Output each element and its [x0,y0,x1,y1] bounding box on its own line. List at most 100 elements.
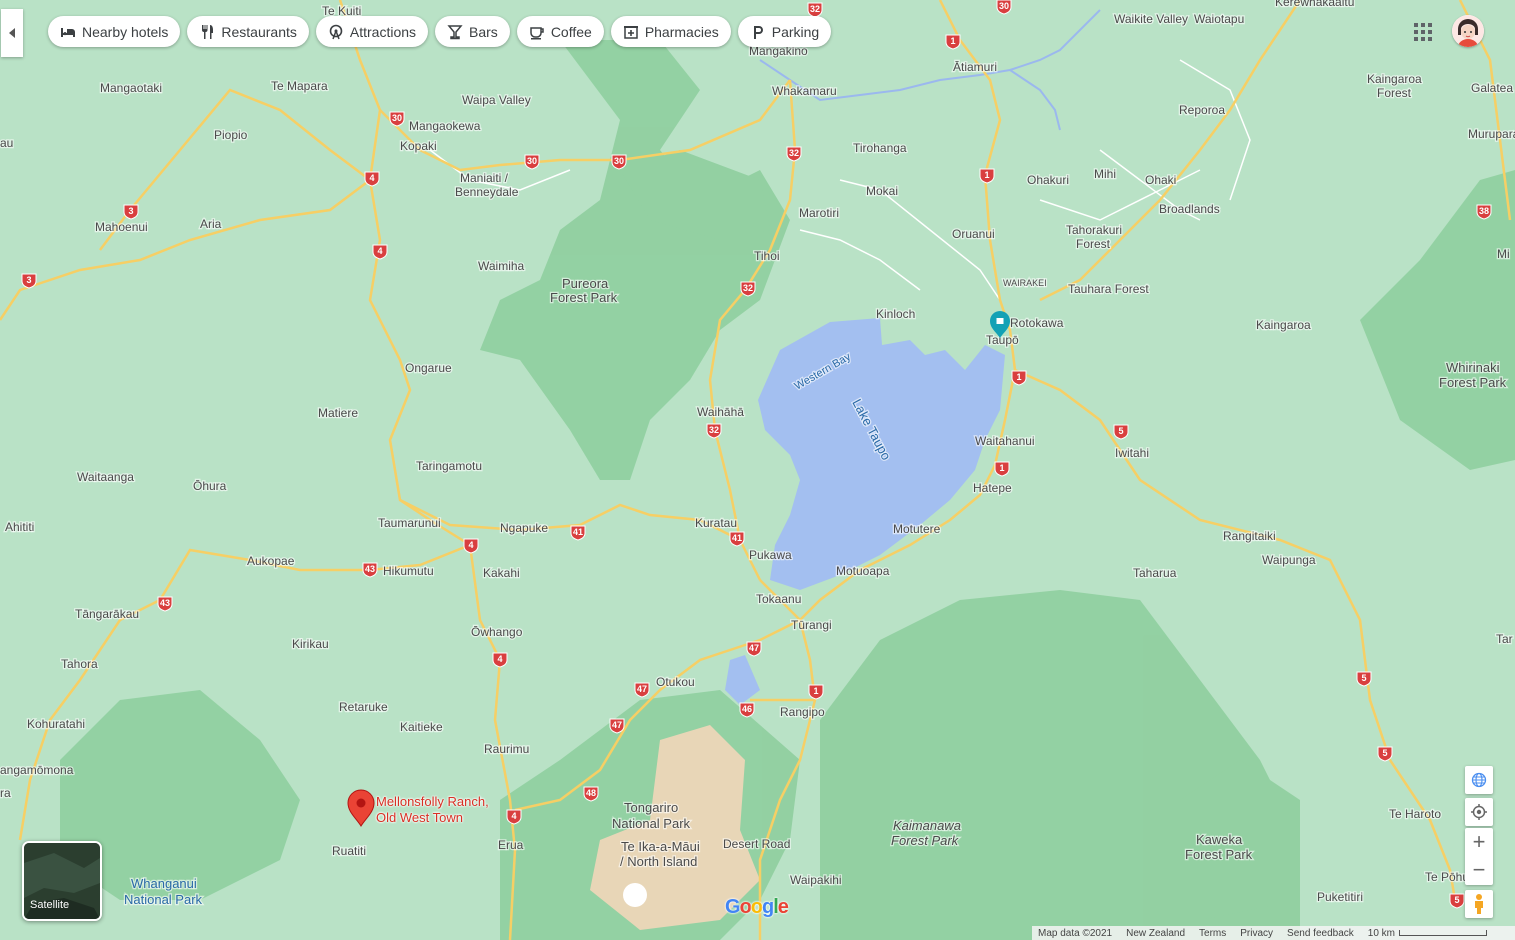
globe-view-button[interactable] [1465,766,1493,794]
zoom-in-button[interactable]: + [1465,828,1493,856]
route-number: 43 [160,598,170,608]
ferris-wheel-icon [329,24,343,39]
scale-bar[interactable]: 10 km [1368,928,1487,939]
place-label: Forest Park [1185,847,1253,862]
place-label: Ōhura [193,479,227,493]
place-label: Tokaanu [756,592,801,606]
place-label: National Park [124,892,203,907]
route-number: 1 [999,463,1004,473]
chip-attractions[interactable]: Attractions [315,16,429,47]
place-label: Ātiamuri [953,60,997,74]
place-label: Forest [1076,237,1111,251]
chip-nearby-hotels[interactable]: Nearby hotels [48,16,181,47]
satellite-toggle[interactable]: Satellite [22,841,102,921]
route-number: 47 [612,720,622,730]
place-label: Forest Park [1439,375,1507,390]
pegman-button[interactable] [1465,890,1493,918]
scale-label: 10 km [1367,927,1395,939]
apps-grid-icon[interactable] [1412,21,1434,43]
route-shield: 48 [583,786,599,802]
place-label: Hatepe [973,481,1012,495]
route-shield: 41 [729,531,745,547]
place-label: Mangaokewa [409,119,481,133]
place-label: Broadlands [1159,202,1220,216]
place-label: Murupara [1468,127,1515,141]
place-label: Ahititi [5,520,34,534]
route-number: 4 [369,173,374,183]
avatar-image [1452,15,1484,47]
route-shield: 32 [706,423,722,439]
crosshair-icon [1471,804,1487,820]
minus-icon: − [1472,857,1486,882]
chip-parking[interactable]: Parking [737,16,832,47]
route-shield: 1 [808,684,824,700]
place-label: WAIRAKEI [1003,278,1047,288]
place-label: angamōmona [0,763,74,777]
place-label: Aukopae [247,554,295,568]
route-number: 41 [732,533,742,543]
place-label: Taharua [1133,566,1177,580]
place-label: Tar [1496,632,1513,646]
place-label: Aria [200,217,222,231]
coffee-cup-icon [530,26,544,39]
route-shield: 30 [611,154,627,170]
route-shield: 4 [492,652,508,668]
place-label: Whirinaki [1446,360,1500,375]
place-label: Ohakuri [1027,173,1069,187]
route-shield: 30 [524,154,540,170]
route-number: 46 [742,704,752,714]
route-shield: 38 [1476,204,1492,220]
route-shield: 43 [157,596,173,612]
place-label: Kaingaroa [1256,318,1311,332]
send-feedback-link[interactable]: Send feedback [1287,928,1354,939]
chip-restaurants[interactable]: Restaurants [187,16,309,47]
place-label: Kakahi [483,566,520,580]
pin-label-line2: Old West Town [376,810,463,825]
route-shield: 46 [739,702,755,718]
zoom-out-button[interactable]: − [1465,856,1493,884]
place-label: Te Mapara [271,79,328,93]
privacy-link[interactable]: Privacy [1240,928,1273,939]
route-shield: 5 [1356,671,1372,687]
route-number: 38 [1479,206,1489,216]
pharmacy-icon [623,25,638,39]
place-label: Piopio [214,128,248,142]
place-label: Puketitiri [1317,890,1363,904]
map-canvas[interactable]: Te Kuiti Mangaotaki Te Mapara Waipa Vall… [0,0,1515,940]
region-link[interactable]: New Zealand [1126,928,1185,939]
place-label: Kopaki [400,139,437,153]
place-label: Erua [498,838,524,852]
route-shield: 1 [994,461,1010,477]
my-location-button[interactable] [1465,798,1493,826]
place-label: Ruatiti [332,844,366,858]
route-number: 5 [1454,895,1459,905]
account-avatar[interactable] [1452,15,1484,47]
route-number: 30 [614,156,624,166]
place-label: Tongariro [624,800,678,815]
chip-bars[interactable]: Bars [435,16,510,47]
route-number: 41 [573,527,583,537]
chevron-left-icon [9,28,15,38]
route-number: 4 [511,811,516,821]
terms-link[interactable]: Terms [1199,928,1226,939]
route-number: 1 [813,686,818,696]
map-data-attribution: Map data ©2021 [1038,927,1113,939]
chip-coffee[interactable]: Coffee [516,16,604,47]
pin-label[interactable]: Mellonsfolly Ranch, Old West Town [376,794,489,826]
route-number: 1 [984,170,989,180]
chip-pharmacies[interactable]: Pharmacies [610,16,731,47]
route-number: 1 [950,36,955,46]
place-label: National Park [612,816,691,831]
route-shield: 47 [634,682,650,698]
place-label: Mahoenui [95,220,148,234]
globe-icon [1471,772,1487,788]
place-label: Pukawa [749,548,792,562]
place-label: Motutere [893,522,941,536]
place-label: Pureora [562,276,609,291]
route-number: 30 [527,156,537,166]
place-label: Iwitahi [1115,446,1149,460]
place-label: Kerewhakaaitu [1275,0,1354,9]
place-label: Mangaotaki [100,81,162,95]
collapse-panel-button[interactable] [1,9,23,57]
place-label: Tahorakuri [1066,223,1122,237]
